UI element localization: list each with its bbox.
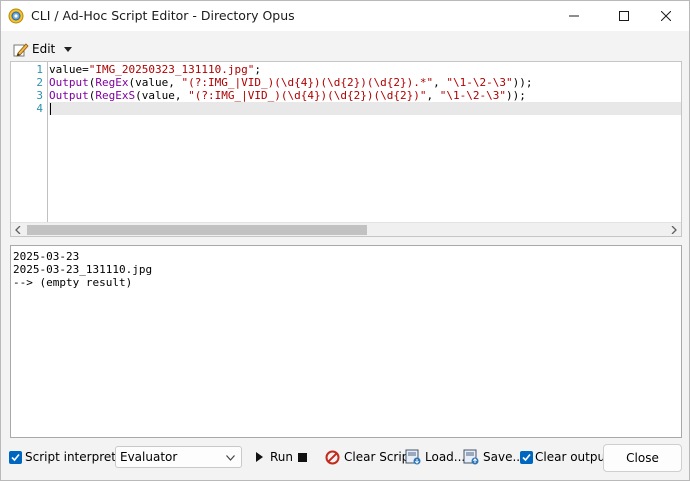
chevron-left-icon bbox=[15, 226, 21, 234]
close-label: Close bbox=[626, 451, 659, 465]
text-caret bbox=[50, 103, 51, 115]
edit-pencil-icon bbox=[13, 43, 29, 57]
close-button[interactable]: Close bbox=[603, 444, 682, 472]
line-number: 3 bbox=[36, 89, 43, 102]
stop-button[interactable] bbox=[298, 445, 307, 469]
code-token: value= bbox=[49, 63, 89, 76]
save-button[interactable]: Save... bbox=[463, 445, 524, 469]
edit-menu-label: Edit bbox=[32, 42, 56, 56]
scroll-right-button[interactable] bbox=[667, 223, 681, 237]
title-bar[interactable]: CLI / Ad-Hoc Script Editor - Directory O… bbox=[1, 1, 689, 31]
maximize-icon bbox=[619, 11, 629, 21]
clear-script-label: Clear Script bbox=[344, 450, 415, 464]
code-function: Output bbox=[49, 89, 89, 102]
stop-icon bbox=[298, 452, 307, 462]
code-editor[interactable]: 1 2 3 4 value="IMG_20250323_131110.jpg";… bbox=[10, 61, 682, 237]
code-function: RegEx bbox=[95, 76, 129, 89]
output-line: 2025-03-23 bbox=[13, 250, 80, 263]
clear-output-label: Clear output bbox=[535, 450, 610, 464]
play-icon bbox=[256, 452, 263, 462]
output-pane[interactable]: 2025-03-23 2025-03-23_131110.jpg --> (em… bbox=[10, 245, 682, 438]
scroll-left-button[interactable] bbox=[11, 223, 25, 237]
chevron-down-icon bbox=[226, 455, 235, 461]
horizontal-scrollbar[interactable] bbox=[11, 222, 681, 236]
checkmark-icon bbox=[11, 453, 20, 462]
line-number: 2 bbox=[36, 76, 43, 89]
checkmark-icon bbox=[522, 453, 531, 462]
chevron-right-icon bbox=[671, 226, 677, 234]
code-string: "(?:IMG_|VID_)(\d{4})(\d{2})(\d{2}).*" bbox=[181, 76, 434, 89]
load-label: Load... bbox=[425, 450, 466, 464]
window-title: CLI / Ad-Hoc Script Editor - Directory O… bbox=[31, 8, 295, 23]
code-string: "IMG_20250323_131110.jpg" bbox=[88, 63, 255, 76]
pane-splitter[interactable] bbox=[10, 238, 682, 245]
minimize-button[interactable] bbox=[551, 1, 597, 31]
chevron-down-icon bbox=[64, 46, 73, 52]
bottom-toolbar: Script interpreter: Evaluator Run Clear … bbox=[1, 441, 689, 481]
code-token: , bbox=[433, 76, 447, 89]
directory-opus-app-icon bbox=[8, 8, 24, 24]
code-token: , bbox=[426, 89, 440, 102]
interpreter-value: Evaluator bbox=[120, 450, 178, 464]
toolbar: Edit bbox=[1, 31, 689, 61]
output-line: --> (empty result) bbox=[13, 276, 133, 289]
interpreter-select[interactable]: Evaluator bbox=[115, 446, 242, 468]
code-string: "\1-\2-\3" bbox=[446, 76, 513, 89]
line-number: 4 bbox=[36, 102, 43, 115]
code-line[interactable]: Output(RegExS(value, "(?:IMG_|VID_)(\d{4… bbox=[49, 89, 526, 102]
run-button[interactable]: Run bbox=[256, 445, 293, 469]
edit-menu-button[interactable]: Edit bbox=[13, 40, 73, 58]
code-function: Output bbox=[49, 76, 89, 89]
code-string: "\1-\2-\3" bbox=[439, 89, 507, 102]
code-string: "(?:IMG_|VID_)(\d{4})(\d{2})(\d{2})" bbox=[188, 89, 427, 102]
minimize-icon bbox=[569, 15, 579, 17]
no-entry-icon bbox=[325, 450, 340, 464]
script-interpreter-checkbox[interactable] bbox=[9, 451, 22, 464]
line-number: 1 bbox=[36, 63, 43, 76]
code-function: RegExS bbox=[95, 89, 136, 102]
save-disk-icon bbox=[463, 449, 479, 465]
scrollbar-thumb[interactable] bbox=[27, 225, 367, 235]
script-editor-window: CLI / Ad-Hoc Script Editor - Directory O… bbox=[0, 0, 690, 481]
code-token: (value, bbox=[135, 89, 189, 102]
code-line[interactable]: Output(RegEx(value, "(?:IMG_|VID_)(\d{4}… bbox=[49, 76, 533, 89]
close-icon bbox=[661, 11, 671, 21]
code-token: )); bbox=[512, 76, 533, 89]
maximize-button[interactable] bbox=[601, 1, 647, 31]
save-label: Save... bbox=[483, 450, 524, 464]
output-line: 2025-03-23_131110.jpg bbox=[13, 263, 153, 276]
line-number-gutter: 1 2 3 4 bbox=[11, 62, 48, 222]
code-line[interactable]: value="IMG_20250323_131110.jpg"; bbox=[49, 63, 261, 76]
code-token: ; bbox=[254, 63, 261, 76]
clear-output-checkbox[interactable] bbox=[520, 451, 533, 464]
code-token: )); bbox=[506, 89, 526, 102]
run-label: Run bbox=[270, 450, 294, 464]
load-button[interactable]: Load... bbox=[405, 445, 465, 469]
code-token: (value, bbox=[128, 76, 182, 89]
close-window-button[interactable] bbox=[643, 1, 689, 31]
code-text-area[interactable]: value="IMG_20250323_131110.jpg"; Output(… bbox=[49, 62, 681, 222]
clear-script-button[interactable]: Clear Script bbox=[325, 445, 414, 469]
current-code-line[interactable] bbox=[49, 102, 681, 115]
load-file-icon bbox=[405, 449, 421, 465]
